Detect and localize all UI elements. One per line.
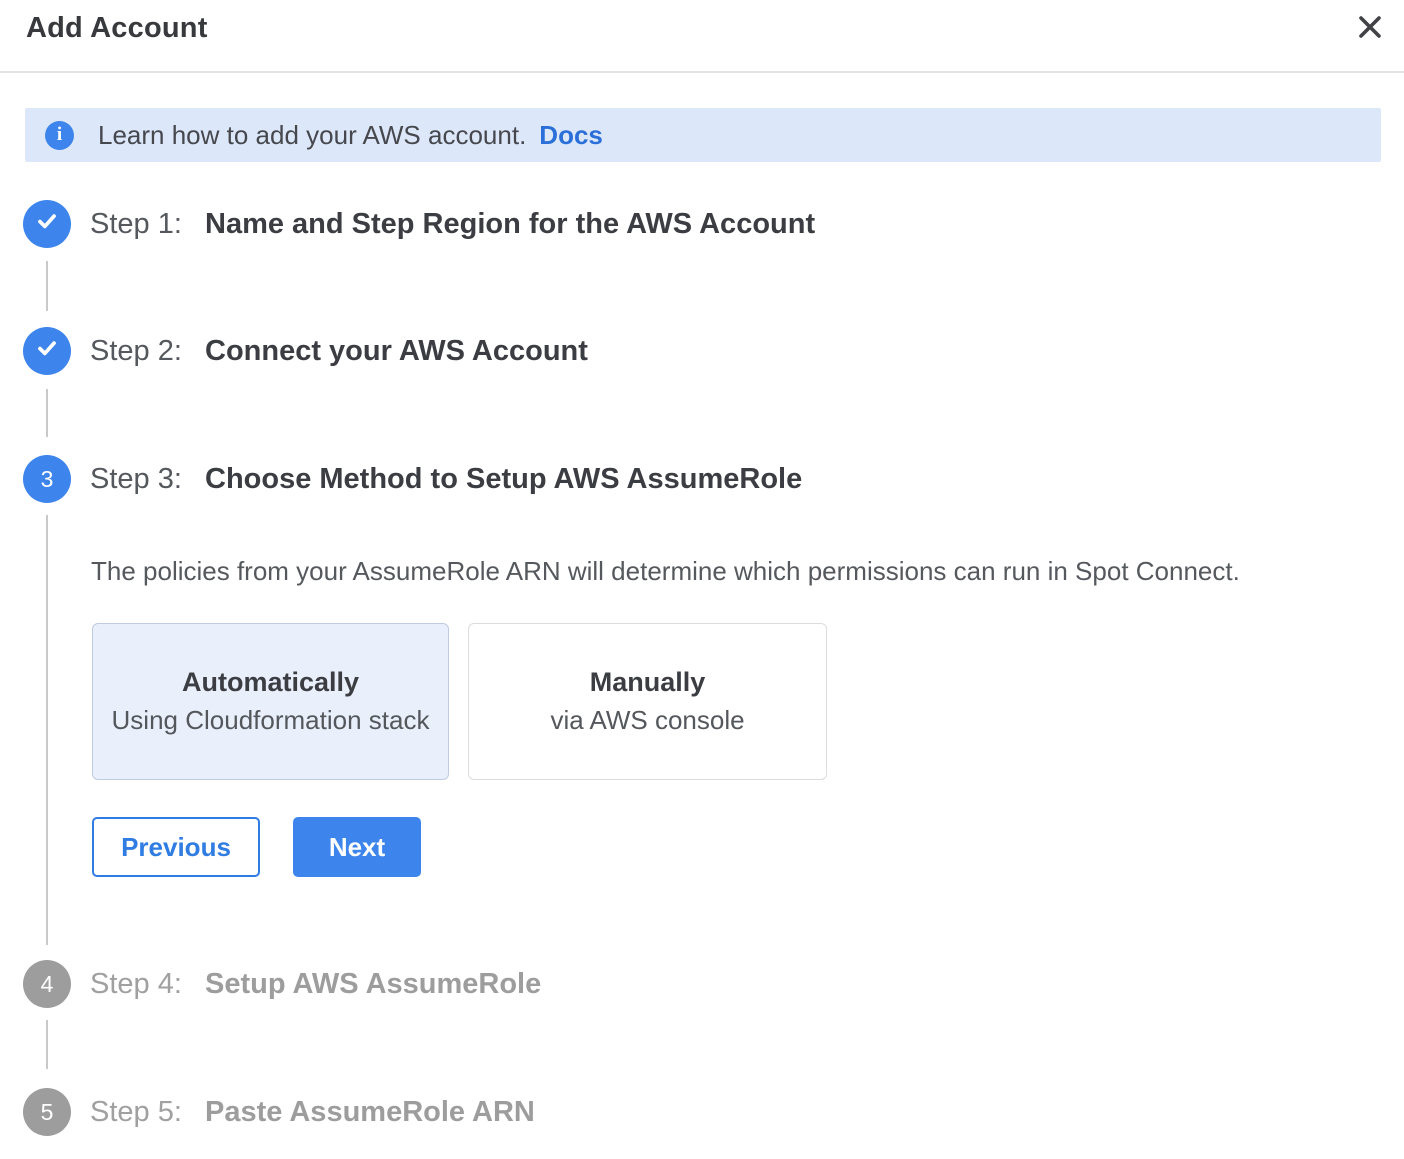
step-2-circle xyxy=(23,327,71,375)
step-label: Step 2: xyxy=(90,335,205,368)
option-subtitle: via AWS console xyxy=(550,705,744,736)
step-connector xyxy=(46,261,48,311)
step-2-header[interactable]: Step 2: Connect your AWS Account xyxy=(90,327,588,375)
option-card-automatically[interactable]: Automatically Using Cloudformation stack xyxy=(92,623,449,780)
option-title: Automatically xyxy=(182,667,359,698)
info-banner: i Learn how to add your AWS account. Doc… xyxy=(25,108,1381,162)
step-number: 5 xyxy=(41,1099,54,1126)
step-title: Choose Method to Setup AWS AssumeRole xyxy=(205,463,802,496)
step-connector xyxy=(46,389,48,437)
step-label: Step 5: xyxy=(90,1096,205,1129)
step-label: Step 3: xyxy=(90,463,205,496)
step-label: Step 1: xyxy=(90,208,205,241)
step-label: Step 4: xyxy=(90,968,205,1001)
step-3-header[interactable]: Step 3: Choose Method to Setup AWS Assum… xyxy=(90,455,802,503)
option-title: Manually xyxy=(590,667,706,698)
next-button[interactable]: Next xyxy=(293,817,421,877)
step-number: 3 xyxy=(41,466,54,493)
close-icon xyxy=(1354,11,1386,46)
option-card-manually[interactable]: Manually via AWS console xyxy=(468,623,827,780)
banner-text: Learn how to add your AWS account. xyxy=(98,120,526,151)
step-number: 4 xyxy=(41,971,54,998)
step-title: Connect your AWS Account xyxy=(205,335,588,368)
add-account-modal: Add Account i Learn how to add your AWS … xyxy=(0,0,1404,1159)
step-3-circle: 3 xyxy=(23,455,71,503)
info-icon: i xyxy=(45,121,74,150)
step-connector xyxy=(46,515,48,945)
step-connector xyxy=(46,1020,48,1069)
close-button[interactable] xyxy=(1350,8,1390,48)
docs-link[interactable]: Docs xyxy=(539,120,603,151)
page-title: Add Account xyxy=(26,12,208,45)
step-5-circle: 5 xyxy=(23,1088,71,1136)
check-icon xyxy=(34,208,60,240)
step-5-header: Step 5: Paste AssumeRole ARN xyxy=(90,1088,535,1136)
step-4-header: Step 4: Setup AWS AssumeRole xyxy=(90,960,541,1008)
step-1-header[interactable]: Step 1: Name and Step Region for the AWS… xyxy=(90,200,815,248)
step-title: Setup AWS AssumeRole xyxy=(205,968,541,1001)
step-title: Paste AssumeRole ARN xyxy=(205,1096,535,1129)
check-icon xyxy=(34,335,60,367)
step-3-description: The policies from your AssumeRole ARN wi… xyxy=(91,556,1240,587)
step-4-circle: 4 xyxy=(23,960,71,1008)
previous-button[interactable]: Previous xyxy=(92,817,260,877)
header-divider xyxy=(0,71,1404,73)
step-1-circle xyxy=(23,200,71,248)
option-subtitle: Using Cloudformation stack xyxy=(112,705,430,736)
step-title: Name and Step Region for the AWS Account xyxy=(205,208,815,241)
